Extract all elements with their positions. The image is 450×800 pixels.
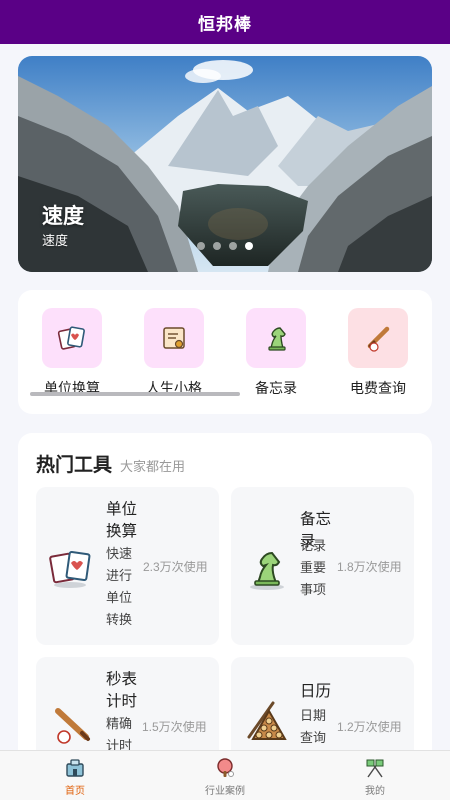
ping-pong-icon bbox=[214, 757, 236, 779]
quick-tool-label: 电费查询 bbox=[350, 380, 406, 396]
tool-usage-count: 2.3万次使用 bbox=[143, 560, 208, 574]
home-icon bbox=[64, 757, 86, 779]
tab-mine[interactable]: 我的 bbox=[325, 755, 425, 797]
tool-usage-count: 1.5万次使用 bbox=[142, 720, 207, 734]
quick-tool-label: 备忘录 bbox=[255, 380, 297, 396]
page-title: 恒邦棒 bbox=[198, 14, 252, 34]
banner-image bbox=[18, 56, 432, 272]
tool-name: 秒表计时 bbox=[106, 671, 138, 710]
quick-tool-electricity[interactable]: 电费查询 bbox=[328, 308, 428, 398]
carousel-indicator bbox=[197, 242, 253, 250]
tool-description: 快速进行单位转换 bbox=[106, 546, 133, 627]
carousel-dot[interactable] bbox=[229, 242, 237, 250]
baseball-bat-icon bbox=[348, 308, 408, 368]
banner-title: 速度 bbox=[42, 205, 84, 228]
section-subtitle: 大家都在用 bbox=[120, 459, 186, 474]
tool-card-unit-conversion[interactable]: 单位换算 快速进行单位转换 2.3万次使用 bbox=[36, 487, 219, 645]
carousel-dot[interactable] bbox=[197, 242, 205, 250]
quick-tool-memo[interactable]: 备忘录 bbox=[226, 308, 326, 398]
banner-subtitle: 速度 bbox=[42, 233, 69, 248]
playing-cards-icon bbox=[42, 308, 102, 368]
baseball-bat-icon bbox=[50, 701, 98, 754]
tab-label: 我的 bbox=[365, 786, 385, 797]
tool-name: 单位换算 bbox=[106, 501, 138, 540]
app-header: 恒邦棒 bbox=[0, 0, 450, 44]
crossed-flags-icon bbox=[364, 757, 386, 779]
quick-tool-unit-conversion[interactable]: 单位换算 bbox=[22, 308, 122, 398]
chess-knight-icon bbox=[245, 543, 289, 596]
tool-usage-count: 1.8万次使用 bbox=[337, 560, 402, 574]
banner-carousel[interactable]: 速度 速度 bbox=[18, 56, 432, 272]
tool-name: 日历 bbox=[300, 683, 332, 700]
tool-description: 记录重要事项 bbox=[300, 538, 327, 597]
carousel-dot-active[interactable] bbox=[245, 242, 253, 250]
horizontal-scrollbar[interactable] bbox=[30, 392, 240, 396]
billiards-rack-icon bbox=[243, 697, 291, 750]
chess-knight-icon bbox=[246, 308, 306, 368]
quick-tools-card: 单位换算 人生小格 备忘录 电费查询 bbox=[18, 290, 432, 414]
hot-tools-card: 热门工具 大家都在用 单位换算 快速进行单位转换 2.3万次使用 备忘录 记录重… bbox=[18, 433, 432, 773]
tab-industry-cases[interactable]: 行业案例 bbox=[175, 755, 275, 797]
tool-card-memo[interactable]: 备忘录 记录重要事项 1.8万次使用 bbox=[231, 487, 414, 645]
tool-description: 日期查询 bbox=[300, 708, 327, 745]
section-title: 热门工具 bbox=[36, 455, 113, 476]
tab-home[interactable]: 首页 bbox=[25, 755, 125, 797]
tab-label: 行业案例 bbox=[205, 786, 245, 797]
certificate-scroll-icon bbox=[144, 308, 204, 368]
section-header: 热门工具 大家都在用 bbox=[36, 450, 185, 477]
carousel-dot[interactable] bbox=[213, 242, 221, 250]
tab-label: 首页 bbox=[65, 786, 85, 797]
playing-cards-icon bbox=[48, 545, 94, 596]
bottom-tab-bar: 首页 行业案例 我的 bbox=[0, 750, 450, 800]
tool-usage-count: 1.2万次使用 bbox=[337, 720, 402, 734]
quick-tool-life-grid[interactable]: 人生小格 bbox=[124, 308, 224, 398]
